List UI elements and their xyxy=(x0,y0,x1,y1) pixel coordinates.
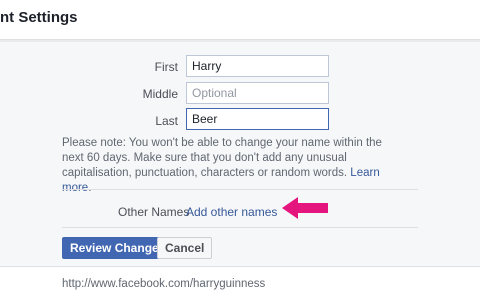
last-name-input[interactable] xyxy=(186,108,329,130)
note-end: . xyxy=(88,182,92,194)
note-heading: Please note: xyxy=(62,137,126,149)
settings-header: nt Settings xyxy=(0,0,480,40)
divider-top xyxy=(62,189,418,190)
first-name-input[interactable] xyxy=(186,55,329,77)
cancel-button[interactable]: Cancel xyxy=(157,237,213,259)
add-other-names-link[interactable]: Add other names xyxy=(186,205,277,219)
middle-name-label: Middle xyxy=(142,87,178,101)
middle-name-input[interactable] xyxy=(186,82,329,104)
profile-url: http://www.facebook.com/harryguinness xyxy=(62,278,266,290)
divider-bottom xyxy=(62,227,418,228)
page-title: nt Settings xyxy=(0,9,78,26)
other-names-label: Other Names xyxy=(118,205,190,219)
review-change-button[interactable]: Review Change xyxy=(62,237,167,259)
pointer-arrow-icon xyxy=(282,197,328,219)
name-change-note: Please note: You won't be able to change… xyxy=(62,136,382,196)
profile-url-row: http://www.facebook.com/harryguinness xyxy=(0,266,480,300)
first-name-label: First xyxy=(154,60,178,74)
last-name-label: Last xyxy=(155,114,178,128)
